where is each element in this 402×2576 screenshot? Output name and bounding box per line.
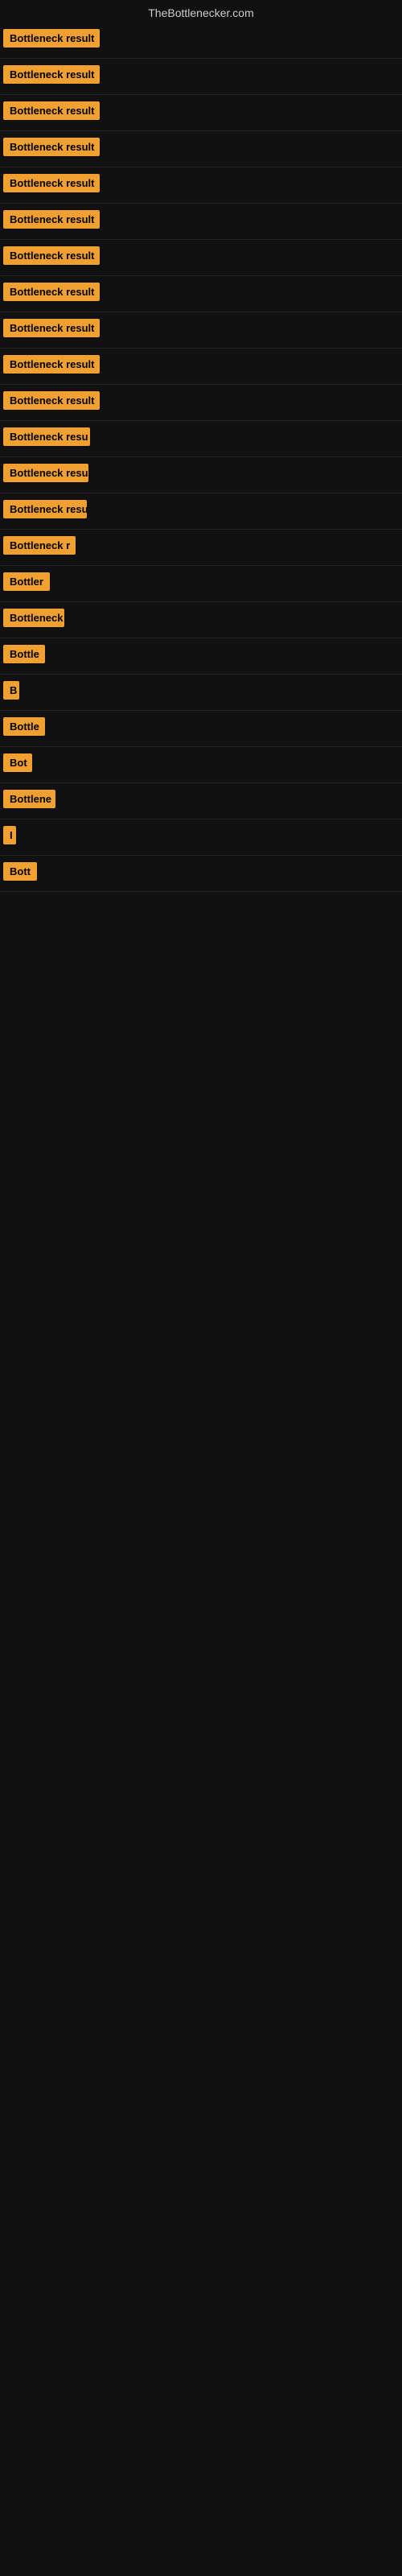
bottleneck-badge[interactable]: Bottleneck: [3, 609, 64, 627]
bottleneck-badge[interactable]: Bottleneck result: [3, 283, 100, 301]
bottleneck-badge[interactable]: Bottleneck result: [3, 391, 100, 410]
bottleneck-badge[interactable]: Bottleneck result: [3, 319, 100, 337]
bottleneck-row: Bottlene: [0, 783, 402, 819]
bottleneck-badge[interactable]: Bottleneck result: [3, 246, 100, 265]
bottleneck-badge[interactable]: Bot: [3, 753, 32, 772]
bottleneck-badge[interactable]: Bottleneck result: [3, 29, 100, 47]
bottleneck-row: Bottleneck result: [0, 23, 402, 59]
bottleneck-badge[interactable]: I: [3, 826, 16, 844]
bottleneck-row: Bott: [0, 856, 402, 892]
bottleneck-row: Bottleneck result: [0, 131, 402, 167]
bottleneck-row: Bottleneck result: [0, 59, 402, 95]
bottleneck-row: Bottleneck resu: [0, 493, 402, 530]
bottleneck-badge[interactable]: Bottle: [3, 645, 45, 663]
bottleneck-row: Bottleneck resu: [0, 421, 402, 457]
bottleneck-badge[interactable]: Bottleneck result: [3, 65, 100, 84]
bottleneck-badge[interactable]: Bottle: [3, 717, 45, 736]
bottleneck-badge[interactable]: Bottleneck resu: [3, 500, 87, 518]
bottleneck-badge[interactable]: Bottleneck resu: [3, 464, 88, 482]
bottleneck-badge[interactable]: Bottleneck result: [3, 101, 100, 120]
bottleneck-badge[interactable]: Bottleneck result: [3, 138, 100, 156]
bottleneck-row: Bottleneck result: [0, 240, 402, 276]
bottleneck-row: Bottle: [0, 711, 402, 747]
bottleneck-badge[interactable]: Bottleneck result: [3, 174, 100, 192]
bottleneck-badge[interactable]: Bottleneck result: [3, 355, 100, 374]
bottleneck-badge[interactable]: Bottler: [3, 572, 50, 591]
rows-container: Bottleneck result Bottleneck result Bottle…: [0, 23, 402, 892]
bottleneck-badge[interactable]: Bottleneck result: [3, 210, 100, 229]
site-title: TheBottlenecker.com: [0, 0, 402, 23]
bottleneck-row: Bottleneck result: [0, 276, 402, 312]
bottleneck-badge[interactable]: Bottlene: [3, 790, 55, 808]
bottleneck-row: Bottleneck result: [0, 385, 402, 421]
bottleneck-badge[interactable]: Bottleneck resu: [3, 427, 90, 446]
bottleneck-row: Bottleneck r: [0, 530, 402, 566]
bottleneck-row: Bottleneck resu: [0, 457, 402, 493]
bottleneck-row: Bottleneck result: [0, 167, 402, 204]
bottleneck-badge[interactable]: Bott: [3, 862, 37, 881]
site-title-container: TheBottlenecker.com: [0, 0, 402, 23]
bottleneck-row: Bottleneck: [0, 602, 402, 638]
bottleneck-row: B: [0, 675, 402, 711]
bottleneck-badge[interactable]: B: [3, 681, 19, 700]
bottleneck-row: Bottleneck result: [0, 349, 402, 385]
bottleneck-row: Bottler: [0, 566, 402, 602]
bottleneck-row: I: [0, 819, 402, 856]
bottleneck-row: Bottle: [0, 638, 402, 675]
bottleneck-row: Bottleneck result: [0, 95, 402, 131]
bottleneck-row: Bottleneck result: [0, 312, 402, 349]
bottleneck-row: Bot: [0, 747, 402, 783]
bottleneck-row: Bottleneck result: [0, 204, 402, 240]
bottleneck-badge[interactable]: Bottleneck r: [3, 536, 76, 555]
